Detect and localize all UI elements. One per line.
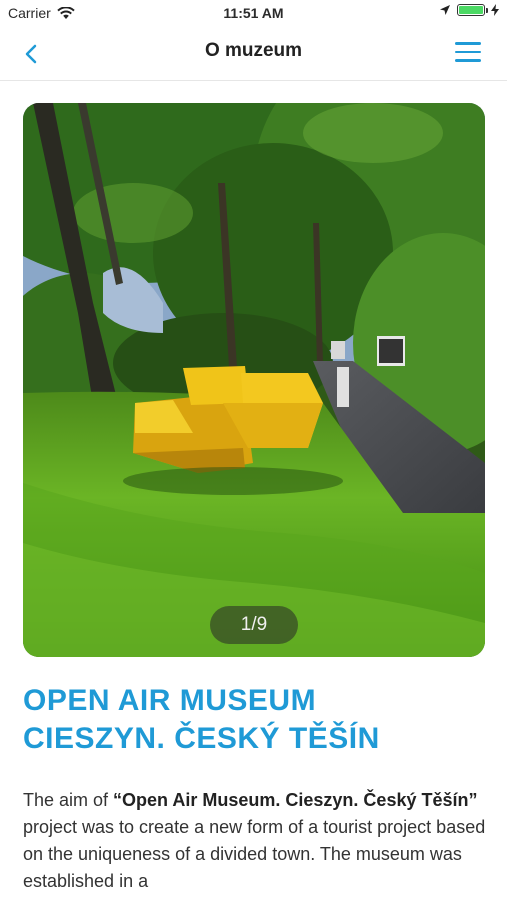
project-name: “Open Air Museum. Cieszyn. Český Těšín” [113,790,478,810]
navigation-bar: O muzeum [0,28,507,81]
intro-prefix: The aim of [23,790,114,810]
intro-rest: project was to create a new form of a to… [23,817,486,891]
status-right [439,4,499,16]
page-title: O muzeum [204,40,303,61]
status-time: 11:51 AM [223,5,284,21]
heading-line-2: CIESZYN. ČESKÝ TĚŠÍN [23,722,380,755]
gallery-photo [23,103,485,657]
museum-heading: OPEN AIR MUSEUM CIESZYN. ČESKÝ TĚŠÍN [23,682,493,758]
bolt-icon [491,4,499,16]
battery-icon [457,4,488,16]
hamburger-menu-icon [455,42,481,62]
museum-description: The aim of “Open Air Museum. Cieszyn. Če… [23,787,493,895]
heading-line-1: OPEN AIR MUSEUM [23,684,317,717]
location-arrow-icon [440,5,450,15]
menu-button[interactable] [455,42,481,64]
photo-counter: 1/9 [210,606,298,644]
status-bar: Carrier 11:51 AM [0,0,507,28]
photo-gallery[interactable]: 1/9 [23,103,485,657]
